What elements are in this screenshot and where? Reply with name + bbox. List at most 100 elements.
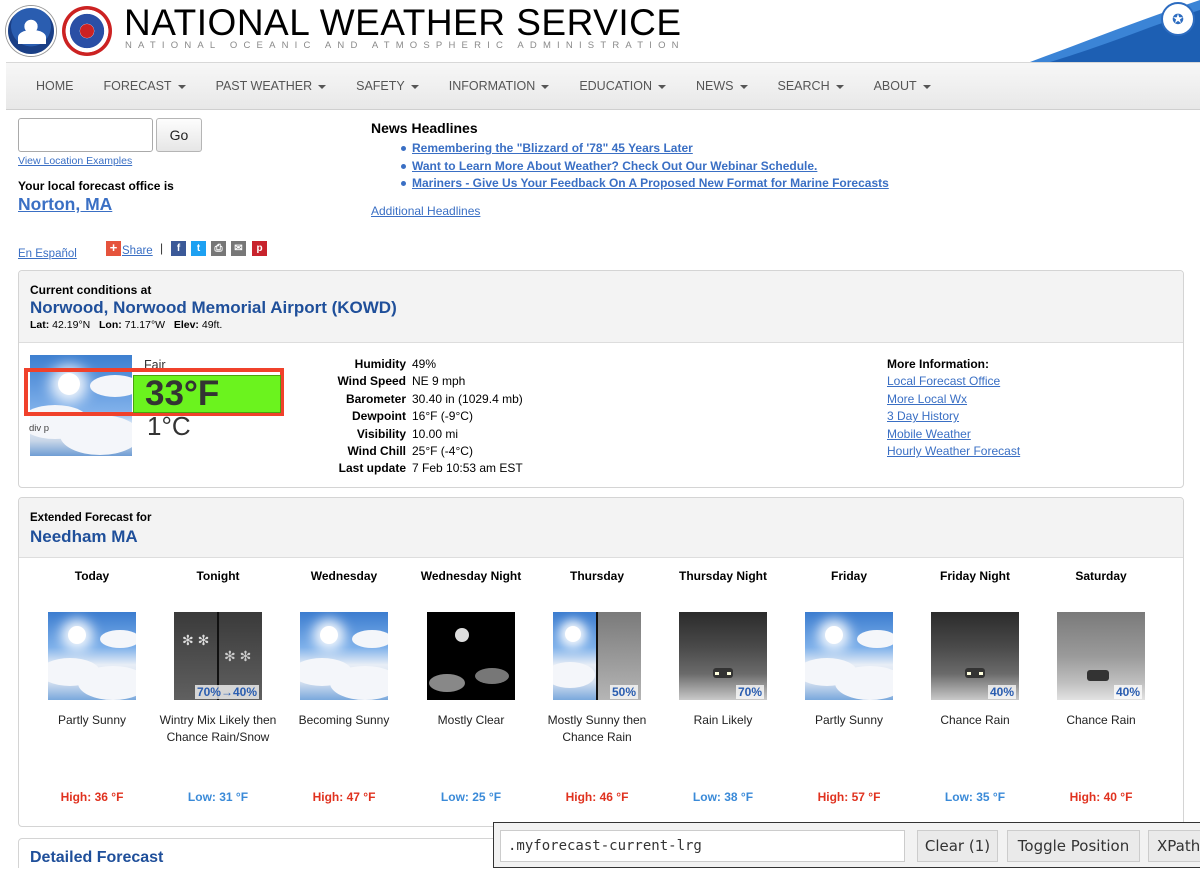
toggle-position-button[interactable]: Toggle Position [1007,830,1140,862]
forecast-period[interactable]: Saturday 40% Chance Rain High: 40 °F [1038,568,1164,804]
news-item[interactable]: Mariners - Give Us Your Feedback On A Pr… [399,176,889,190]
local-office-link[interactable]: Norton, MA [18,194,112,215]
print-icon[interactable]: ⎙ [211,241,226,256]
extended-forecast-location: Needham MA [30,527,138,546]
forecast-period[interactable]: Today Partly Sunny High: 36 °F [29,568,155,804]
nav-label: SEARCH [777,79,830,93]
nws-logo[interactable] [62,6,112,56]
espanol-link[interactable]: En Español [18,248,77,260]
elev-label: Elev: [173,319,199,331]
more-local-wx-link[interactable]: More Local Wx [887,392,1020,409]
forecast-weather-icon: 50% [553,612,641,700]
additional-headlines-link[interactable]: Additional Headlines [371,204,480,218]
news-item[interactable]: Want to Learn More About Weather? Check … [399,159,889,173]
forecast-period-name: Thursday Night [678,569,767,583]
mobile-weather-link[interactable]: Mobile Weather [887,427,1020,444]
nav-forecast[interactable]: FORECAST [104,79,186,93]
xpath-button[interactable]: XPath [1148,830,1200,862]
nav-news[interactable]: NEWS [696,79,748,93]
forecast-temp: High: 47 °F [312,790,376,804]
forecast-weather-icon: 40% [1057,612,1145,700]
forecast-period-name: Wednesday Night [420,569,522,583]
three-day-history-link[interactable]: 3 Day History [887,409,1020,426]
forecast-weather-icon: ✻ ✻ ✻ ✻ 70%→40% [174,612,262,700]
lon-value: 71.17°W [124,319,166,331]
current-temp-f: 33°F [133,375,281,413]
forecast-period[interactable]: Friday Night 40% Chance Rain Low: 35 °F [912,568,1038,804]
forecast-period[interactable]: Thursday 50% Mostly Sunny then Chance Rain… [534,568,660,804]
nav-information[interactable]: INFORMATION [449,79,550,93]
nav-about[interactable]: ABOUT [874,79,931,93]
forecast-period[interactable]: Wednesday Becoming Sunny High: 47 °F [281,568,407,804]
css-selector-input[interactable]: .myforecast-current-lrg [500,830,905,862]
caret-down-icon [658,84,666,89]
forecast-period[interactable]: Wednesday Night Mostly Clear Low: 25 °F [408,568,534,804]
forecast-period-name: Saturday [1075,569,1127,583]
nav-home[interactable]: HOME [36,79,74,93]
forecast-period[interactable]: Thursday Night 70% Rain Likely Low: 38 °F [660,568,786,804]
news-item[interactable]: Remembering the "Blizzard of '78" 45 Yea… [399,141,889,155]
share-link[interactable]: Share [122,245,153,257]
email-icon[interactable]: ✉ [231,241,246,256]
caret-down-icon [835,84,844,89]
forecast-weather-icon: 70% [679,612,767,700]
local-office-label: Your local forecast office is [18,179,174,193]
share-plus-icon[interactable]: + [106,241,121,256]
facebook-icon[interactable]: f [171,241,186,256]
forecast-temp: Low: 38 °F [692,790,754,804]
forecast-period-name: Friday [830,569,867,583]
view-location-examples-link[interactable]: View Location Examples [18,155,132,167]
detail-row: Wind Speed NE 9 mph [319,374,523,391]
pinterest-icon[interactable]: p [252,241,267,256]
forecast-short-desc: Partly Sunny [814,713,884,727]
site-title[interactable]: NATIONAL WEATHER SERVICE [124,2,682,44]
detail-value: 25°F (-4°C) [412,443,473,458]
forecast-short-desc: Mostly Sunny then Chance Rain [547,713,647,744]
clear-button[interactable]: Clear (1) [917,830,998,862]
selector-tool-bar: .myforecast-current-lrg Clear (1) Toggle… [493,822,1200,868]
detail-label: Wind Speed [337,374,406,389]
doc-seal-icon[interactable]: ✪ [1161,2,1195,36]
caret-down-icon [318,84,327,89]
forecast-short-desc: Partly Sunny [57,713,127,727]
site-header: NATIONAL WEATHER SERVICE NATIONAL OCEANI… [0,0,1200,62]
precip-chance: 70%→40% [194,685,259,699]
caret-down-icon [410,84,419,89]
nav-search[interactable]: SEARCH [778,79,844,93]
current-conditions-panel: Current conditions at Norwood, Norwood M… [18,270,1184,488]
nav-label: INFORMATION [448,79,536,93]
forecast-temp: Low: 31 °F [187,790,249,804]
forecast-short-desc: Chance Rain [940,713,1010,727]
nav-label: NEWS [696,79,734,93]
forecast-weather-icon: 40% [931,612,1019,700]
forecast-short-desc: Mostly Clear [437,713,505,727]
current-conditions-label: Current conditions at [30,283,152,297]
forecast-period[interactable]: Tonight ✻ ✻ ✻ ✻ 70%→40% Wintry Mix Likely th… [155,568,281,804]
detail-label: Visibility [356,426,406,441]
noaa-logo[interactable] [6,6,56,56]
selector-element-label: div p [29,423,50,434]
nav-label: SAFETY [356,79,405,93]
forecast-period[interactable]: Friday Partly Sunny High: 57 °F [786,568,912,804]
station-coords: Lat: 42.19°N Lon: 71.17°W Elev: 49ft. [30,319,222,331]
forecast-short-desc: Wintry Mix Likely then Chance Rain/Snow [159,713,277,744]
forecast-temp: High: 57 °F [817,790,881,804]
nav-safety[interactable]: SAFETY [356,79,419,93]
go-button[interactable]: Go [156,118,202,152]
twitter-icon[interactable]: t [191,241,206,256]
detail-row: Visibility 10.00 mi [319,427,523,444]
hourly-weather-forecast-link[interactable]: Hourly Weather Forecast [887,444,1020,461]
nav-label: ABOUT [873,79,917,93]
nav-education[interactable]: EDUCATION [579,79,666,93]
detail-row: Dewpoint 16°F (-9°C) [319,409,523,426]
precip-chance: 50% [609,685,638,699]
caret-down-icon [739,84,748,89]
detail-label: Barometer [345,391,406,406]
local-forecast-office-link[interactable]: Local Forecast Office [887,374,1020,391]
detail-value: 10.00 mi [412,426,459,441]
nav-label: HOME [36,79,74,93]
forecast-temp: High: 46 °F [565,790,629,804]
nav-past-weather[interactable]: PAST WEATHER [216,79,327,93]
detailed-forecast-title: Detailed Forecast [30,849,164,866]
location-search-input[interactable] [18,118,153,152]
